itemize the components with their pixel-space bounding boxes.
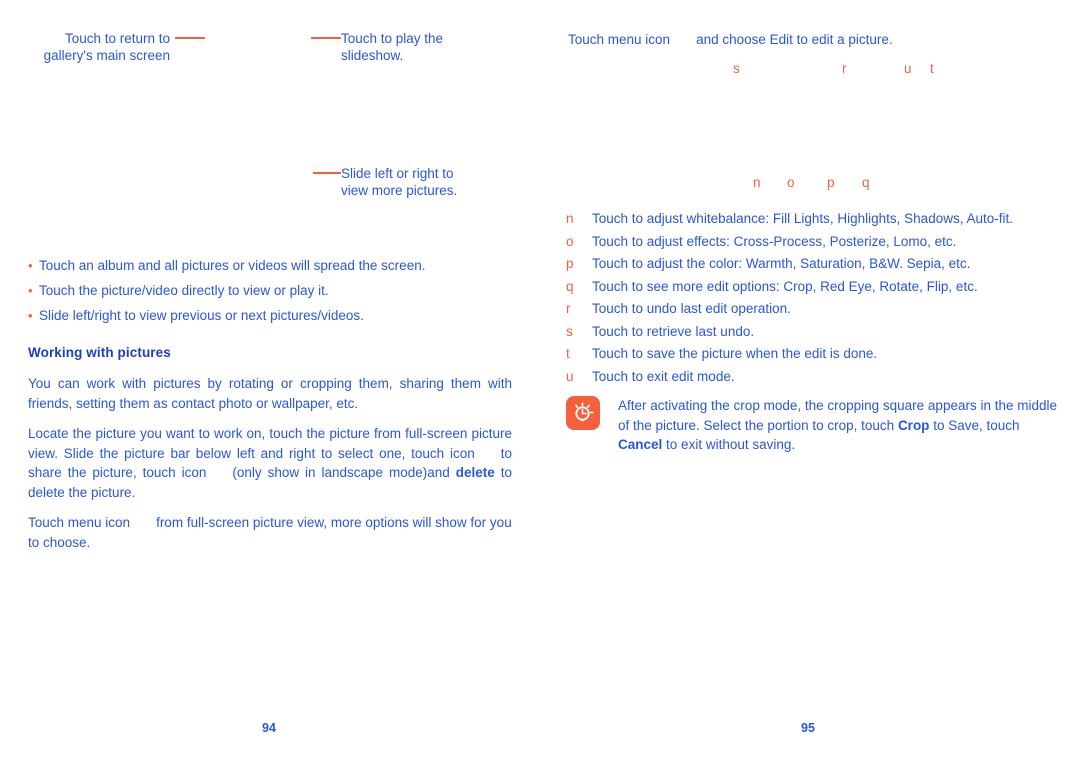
- marker-t: t: [930, 61, 934, 76]
- paragraph-locate-picture-part3: (only show in landscape mode)and: [232, 465, 450, 480]
- bullet-icon: •: [28, 308, 33, 323]
- marker-n: n: [753, 175, 761, 190]
- annotation-key: s: [566, 323, 573, 339]
- list-item: p Touch to adjust the color: Warmth, Sat…: [566, 253, 1076, 276]
- annotation-key: p: [566, 256, 574, 271]
- marker-r: r: [842, 61, 847, 76]
- callout-play-slideshow: Touch to play the slideshow.: [341, 31, 444, 63]
- annotation-key: n: [566, 211, 574, 226]
- paragraph-edit-intro: Touch menu icon and choose Edit to edit a…: [568, 30, 1038, 50]
- list-item: • Slide left/right to view previous or n…: [28, 303, 528, 328]
- marker-u: u: [904, 61, 912, 76]
- annotation-text: Touch to adjust effects: Cross-Process, …: [592, 233, 957, 249]
- paragraph-locate-picture-part1: Locate the picture you want to work on, …: [28, 426, 512, 461]
- lightbulb-icon: [566, 396, 600, 430]
- tip-text-part2: to Save, touch: [933, 417, 1020, 433]
- bullet-icon: •: [28, 283, 33, 298]
- leader-line-play-slideshow: [311, 37, 341, 39]
- paragraph-edit-intro-part2: and choose Edit to edit a picture.: [696, 32, 893, 47]
- list-item: • Touch the picture/video directly to vi…: [28, 278, 528, 303]
- tip-bold-cancel: Cancel: [618, 437, 663, 452]
- annotation-key: u: [566, 368, 574, 384]
- annotation-text: Touch to see more edit options: Crop, Re…: [592, 278, 978, 294]
- list-item: • Touch an album and all pictures or vid…: [28, 253, 528, 278]
- paragraph-edit-intro-part1: Touch menu icon: [568, 32, 671, 47]
- tip-text: After activating the crop mode, the crop…: [618, 396, 1058, 455]
- paragraph-locate-picture-bold: delete: [455, 465, 495, 480]
- leader-line-slide-pictures: [313, 172, 341, 174]
- paragraph-touch-menu-part1: Touch menu icon: [28, 515, 131, 530]
- annotation-text: Touch to undo last edit operation.: [592, 301, 791, 316]
- annotation-text: Touch to adjust the color: Warmth, Satur…: [592, 256, 971, 271]
- paragraph-touch-menu-icon: Touch menu icon from full-screen picture …: [28, 513, 512, 552]
- annotation-text: Touch to exit edit mode.: [592, 368, 735, 384]
- page-number-left: 94: [262, 721, 276, 735]
- annotation-key: r: [566, 301, 571, 316]
- tip-bold-crop: Crop: [897, 417, 930, 433]
- gallery-bullet-list: • Touch an album and all pictures or vid…: [28, 253, 528, 328]
- list-item: u Touch to exit edit mode.: [566, 366, 1076, 389]
- paragraph-working-with-pictures-intro: You can work with pictures by rotating o…: [28, 376, 512, 411]
- marker-s: s: [733, 61, 740, 76]
- list-item: n Touch to adjust whitebalance: Fill Lig…: [566, 208, 1076, 231]
- list-item-text: Touch the picture/video directly to view…: [39, 283, 329, 298]
- list-item-text: Slide left/right to view previous or nex…: [39, 308, 364, 323]
- list-item: s Touch to retrieve last undo.: [566, 321, 1076, 344]
- annotation-text: Touch to save the picture when the edit …: [592, 346, 878, 361]
- list-item-text: Touch an album and all pictures or video…: [39, 258, 426, 273]
- marker-p: p: [827, 175, 835, 190]
- annotation-key: q: [566, 278, 574, 294]
- marker-q: q: [862, 175, 870, 190]
- list-item: r Touch to undo last edit operation.: [566, 298, 1076, 321]
- annotation-text: Touch to adjust whitebalance: Fill Light…: [592, 211, 1013, 226]
- tip-text-part3: to exit without saving.: [666, 437, 796, 452]
- callout-slide-pictures: Slide left or right to view more picture…: [341, 166, 458, 198]
- tip-box: After activating the crop mode, the crop…: [566, 396, 1071, 455]
- page-number-right: 95: [801, 721, 815, 735]
- edit-mode-annotation-list: n Touch to adjust whitebalance: Fill Lig…: [566, 208, 1076, 388]
- marker-o: o: [787, 175, 795, 190]
- annotation-key: o: [566, 233, 574, 249]
- list-item: o Touch to adjust effects: Cross-Process…: [566, 231, 1076, 254]
- section-heading-working-with-pictures: Working with pictures: [28, 345, 171, 360]
- leader-line-return-to-gallery: [175, 37, 205, 39]
- callout-return-to-gallery: Touch to return to gallery's main screen: [43, 31, 170, 63]
- list-item: q Touch to see more edit options: Crop, …: [566, 276, 1076, 299]
- page-left: Touch to return to gallery's main screen…: [0, 0, 540, 767]
- paragraph-locate-picture: Locate the picture you want to work on, …: [28, 424, 512, 502]
- bullet-icon: •: [28, 258, 33, 273]
- list-item: t Touch to save the picture when the edi…: [566, 343, 1076, 366]
- annotation-key: t: [566, 346, 570, 361]
- annotation-text: Touch to retrieve last undo.: [592, 323, 755, 339]
